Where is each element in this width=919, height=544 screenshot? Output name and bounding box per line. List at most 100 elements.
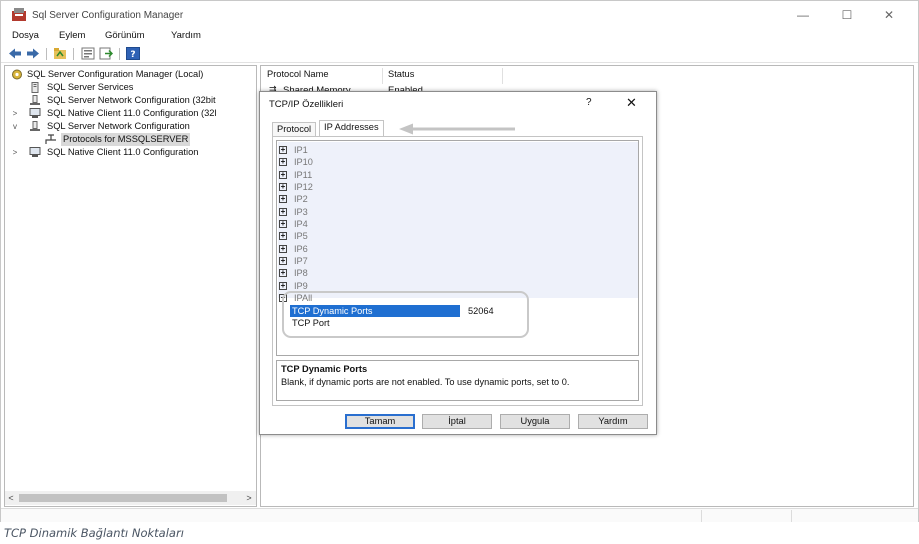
- tab-protocol[interactable]: Protocol: [272, 122, 317, 136]
- ip-group-row[interactable]: + IP1: [279, 144, 635, 156]
- ip-group-row[interactable]: + IP8: [279, 267, 635, 279]
- ip-group-label: IP12: [294, 182, 313, 192]
- tree-pane: SQL Server Configuration Manager (Local)…: [4, 65, 257, 507]
- ip-group-row[interactable]: + IP10: [279, 156, 635, 168]
- config-manager-icon: [12, 69, 22, 80]
- menu-gorunum[interactable]: Görünüm: [105, 30, 145, 41]
- toolbar-separator: [73, 48, 74, 60]
- expand-plus-icon[interactable]: +: [279, 282, 287, 290]
- window-title: Sql Server Configuration Manager: [32, 10, 184, 21]
- column-header-protocol-name[interactable]: Protocol Name: [267, 69, 329, 79]
- dialog-help-text-button[interactable]: Yardım: [578, 414, 648, 429]
- toolbar: ?: [1, 45, 918, 63]
- status-bar: [1, 508, 918, 522]
- description-title: TCP Dynamic Ports: [281, 364, 368, 374]
- expand-plus-icon[interactable]: +: [279, 269, 287, 277]
- tree-item-label: SQL Server Network Configuration (32bit: [47, 95, 216, 105]
- back-arrow-icon[interactable]: [8, 47, 22, 60]
- ip-group-row[interactable]: + IP4: [279, 218, 635, 230]
- expand-plus-icon[interactable]: +: [279, 257, 287, 265]
- network-icon: [30, 121, 40, 131]
- expand-plus-icon[interactable]: +: [279, 146, 287, 154]
- ip-addresses-panel: + IP1 + IP10 + IP11 + IP12 + IP2 + IP3 + IP4 + I…: [272, 137, 643, 406]
- ip-group-label: IP2: [294, 194, 308, 204]
- expand-plus-icon[interactable]: +: [279, 220, 287, 228]
- cancel-button[interactable]: İptal: [422, 414, 492, 429]
- menu-bar: Dosya Eylem Görünüm Yardım: [1, 29, 918, 44]
- collapse-arrow-icon[interactable]: v: [11, 120, 19, 133]
- scroll-left-icon[interactable]: <: [5, 491, 17, 505]
- column-divider[interactable]: [382, 68, 383, 84]
- properties-icon[interactable]: [81, 47, 95, 60]
- toolbar-separator: [119, 48, 120, 60]
- client-icon: [29, 147, 41, 157]
- horizontal-scrollbar[interactable]: < >: [5, 491, 256, 505]
- tree-item-label: SQL Native Client 11.0 Configuration (32…: [47, 108, 217, 118]
- tree-item-label: SQL Native Client 11.0 Configuration: [47, 147, 199, 157]
- protocols-icon: [45, 134, 56, 144]
- ip-group-row[interactable]: + IP2: [279, 193, 635, 205]
- expand-plus-icon[interactable]: +: [279, 171, 287, 179]
- column-divider[interactable]: [502, 68, 503, 84]
- column-header-status[interactable]: Status: [388, 69, 414, 79]
- expand-plus-icon[interactable]: +: [279, 232, 287, 240]
- tree-item-label: Protocols for MSSQLSERVER: [61, 133, 191, 146]
- ip-group-label: IP11: [294, 170, 313, 180]
- menu-dosya[interactable]: Dosya: [12, 30, 39, 41]
- help-icon[interactable]: ?: [126, 47, 140, 60]
- property-description-box: TCP Dynamic Ports Blank, if dynamic port…: [276, 360, 639, 401]
- expand-plus-icon[interactable]: +: [279, 183, 287, 191]
- ip-group-label: IP10: [294, 157, 313, 167]
- dialog-help-button[interactable]: ?: [586, 97, 592, 108]
- export-list-icon[interactable]: [99, 47, 113, 60]
- status-cell: [701, 510, 791, 522]
- ok-button[interactable]: Tamam: [345, 414, 415, 429]
- dialog-title: TCP/IP Özellikleri: [269, 99, 344, 110]
- annotation-highlight-frame: [282, 291, 529, 338]
- minimize-button[interactable]: —: [791, 7, 815, 23]
- ip-group-row[interactable]: + IP6: [279, 243, 635, 255]
- app-icon: [12, 8, 26, 21]
- ip-group-label: IP6: [294, 244, 308, 254]
- ip-group-row[interactable]: + IP11: [279, 169, 635, 181]
- ip-address-property-grid: + IP1 + IP10 + IP11 + IP12 + IP2 + IP3 + IP4 + I…: [276, 140, 639, 356]
- ip-group-label: IP3: [294, 207, 308, 217]
- folder-up-icon[interactable]: [53, 47, 67, 60]
- apply-button[interactable]: Uygula: [500, 414, 570, 429]
- ip-group-row[interactable]: + IP12: [279, 181, 635, 193]
- dialog-close-button[interactable]: ✕: [626, 95, 637, 111]
- scrollbar-thumb[interactable]: [19, 494, 227, 502]
- services-icon: [31, 82, 39, 93]
- ip-group-label: IP7: [294, 256, 308, 266]
- maximize-button[interactable]: ☐: [835, 7, 859, 23]
- expand-plus-icon[interactable]: +: [279, 208, 287, 216]
- expand-plus-icon[interactable]: +: [279, 245, 287, 253]
- expand-plus-icon[interactable]: +: [279, 158, 287, 166]
- ip-group-label: IP8: [294, 268, 308, 278]
- menu-eylem[interactable]: Eylem: [59, 30, 85, 41]
- toolbar-separator: [46, 48, 47, 60]
- ip-group-row[interactable]: + IP5: [279, 230, 635, 242]
- close-button[interactable]: ✕: [877, 7, 901, 23]
- expand-arrow-icon[interactable]: >: [11, 146, 19, 159]
- description-text: Blank, if dynamic ports are not enabled.…: [281, 377, 570, 387]
- network-icon: [30, 95, 40, 105]
- tree-item-label: SQL Server Network Configuration: [47, 121, 190, 131]
- scroll-right-icon[interactable]: >: [243, 491, 255, 505]
- ip-group-row[interactable]: + IP3: [279, 206, 635, 218]
- tree-item-label: SQL Server Services: [47, 82, 134, 92]
- title-bar: Sql Server Configuration Manager — ☐ ✕: [1, 1, 918, 29]
- svg-text:?: ?: [130, 50, 135, 60]
- status-cell: [791, 510, 917, 522]
- ip-group-label: IP5: [294, 231, 308, 241]
- expand-arrow-icon[interactable]: >: [11, 107, 19, 120]
- tab-ip-addresses[interactable]: IP Addresses: [319, 120, 384, 137]
- expand-plus-icon[interactable]: +: [279, 195, 287, 203]
- annotation-arrow-icon: [399, 123, 515, 135]
- ip-group-row[interactable]: + IP7: [279, 255, 635, 267]
- menu-yardim[interactable]: Yardım: [171, 30, 201, 41]
- forward-arrow-icon[interactable]: [26, 47, 40, 60]
- client-icon: [29, 108, 41, 118]
- tree-item-label: SQL Server Configuration Manager (Local): [27, 69, 204, 79]
- ip-group-label: IP4: [294, 219, 308, 229]
